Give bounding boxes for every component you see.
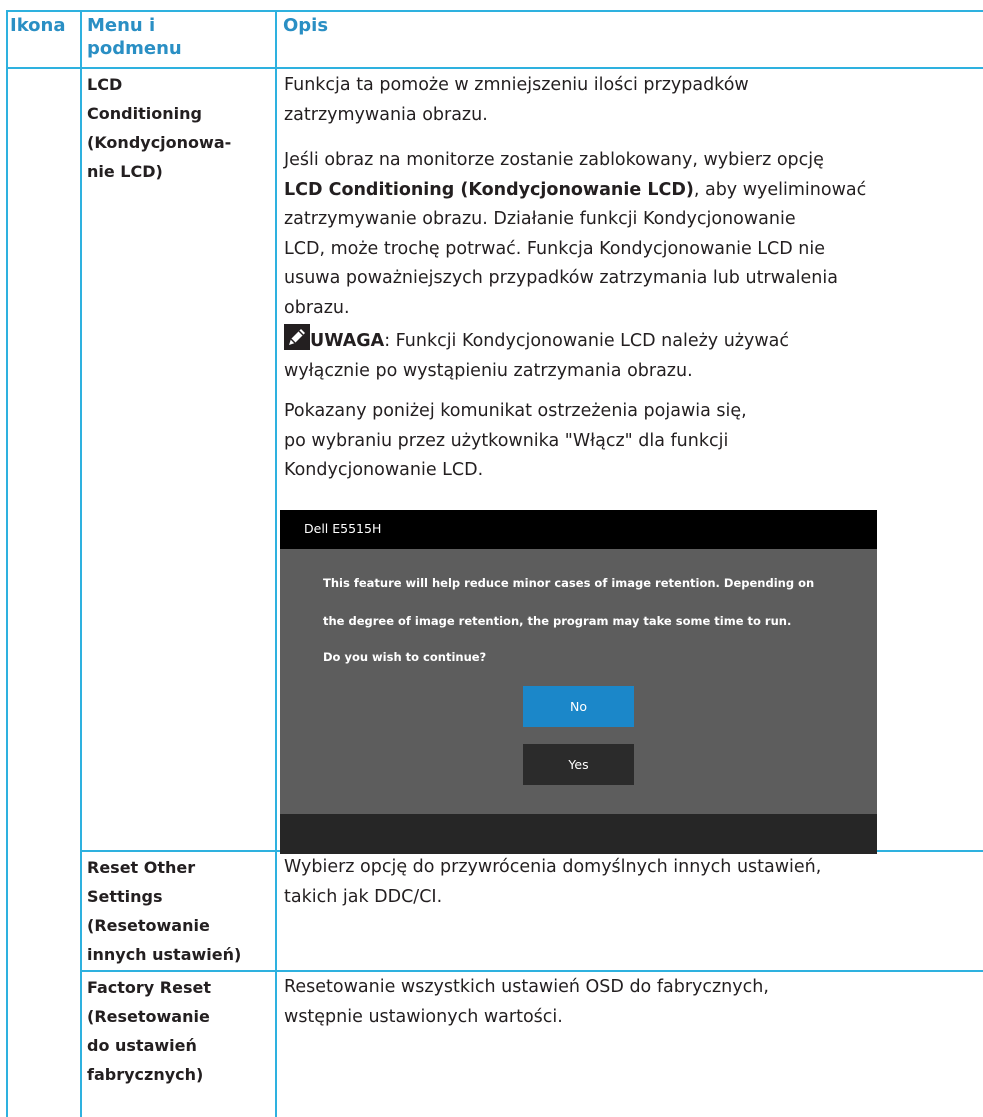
- text-line: zatrzymywania obrazu.: [284, 104, 488, 125]
- menu-line: (Resetowanie: [87, 1007, 210, 1026]
- menu-line: Settings: [87, 887, 163, 906]
- text-line: LCD Conditioning (Kondycjonowanie LCD), …: [284, 176, 983, 206]
- text-fragment: : Funkcji Kondycjonowanie LCD należy uży…: [384, 331, 790, 351]
- header-description-column: Opis: [283, 15, 329, 36]
- menu-line: Conditioning: [87, 104, 202, 123]
- menu-line: LCD: [87, 75, 123, 94]
- menu-line: (Resetowanie: [87, 916, 210, 935]
- text-line: Funkcja ta pomoże w zmniejszeniu ilości …: [284, 75, 749, 95]
- menu-line: fabrycznych): [87, 1065, 204, 1084]
- lcd-conditioning-warning-dialog: Dell E5515H This feature will help reduc…: [280, 510, 877, 854]
- description-factory-reset: Resetowanie wszystkich ustawień OSD do f…: [284, 973, 983, 1032]
- text-line: Pokazany poniżej komunikat ostrzeżenia p…: [284, 401, 747, 421]
- grid-line-top: [6, 10, 983, 12]
- text-line: LCD, może trochę potrwać. Funkcja Kondyc…: [284, 238, 826, 259]
- text-line: Resetowanie wszystkich ustawień OSD do f…: [284, 977, 769, 997]
- menu-lcd-conditioning: LCD Conditioning (Kondycjonowa- nie LCD): [87, 70, 231, 186]
- menu-line: Factory Reset: [87, 978, 211, 997]
- dialog-titlebar: Dell E5515H: [280, 510, 877, 549]
- osd-menu-table: Ikona Menu i podmenu Opis LCD Conditioni…: [6, 10, 983, 1117]
- description-warning-intro: Pokazany poniżej komunikat ostrzeżenia p…: [284, 397, 983, 486]
- menu-reset-other-settings: Reset Other Settings (Resetowanie innych…: [87, 853, 241, 969]
- dialog-message-line: the degree of image retention, the progr…: [323, 614, 792, 628]
- table-header-row: Ikona Menu i podmenu Opis: [6, 10, 983, 71]
- description-intro: Funkcja ta pomoże w zmniejszeniu ilości …: [284, 71, 983, 130]
- text-line: Kondycjonowanie LCD.: [284, 460, 484, 480]
- text-line: wyłącznie po wystąpieniu zatrzymania obr…: [284, 360, 693, 381]
- lcd-conditioning-bold-label: LCD Conditioning (Kondycjonowanie LCD): [284, 179, 694, 200]
- pencil-note-icon: [284, 324, 310, 350]
- note-block: UWAGA: Funkcji Kondycjonowanie LCD należ…: [284, 324, 983, 386]
- menu-line: (Kondycjonowa-: [87, 133, 232, 152]
- menu-line: innych ustawień): [87, 945, 242, 964]
- text-line: UWAGA: Funkcji Kondycjonowanie LCD należ…: [284, 324, 983, 357]
- text-line: Jeśli obraz na monitorze zostanie zablok…: [284, 150, 824, 170]
- description-usage: Jeśli obraz na monitorze zostanie zablok…: [284, 146, 983, 323]
- grid-line-col1: [80, 10, 82, 1117]
- dialog-yes-button[interactable]: Yes: [523, 744, 634, 785]
- description-reset-other-settings: Wybierz opcję do przywrócenia domyślnych…: [284, 853, 983, 912]
- text-line: zatrzymywanie obrazu. Działanie funkcji …: [284, 209, 796, 229]
- text-line: wstępnie ustawionych wartości.: [284, 1006, 563, 1027]
- dialog-message-line: This feature will help reduce minor case…: [323, 576, 815, 590]
- menu-factory-reset: Factory Reset (Resetowanie do ustawień f…: [87, 973, 211, 1089]
- dialog-footer: [280, 814, 877, 854]
- grid-line-row2-bottom: [80, 970, 983, 972]
- header-menu-column-line1: Menu i: [87, 15, 156, 36]
- menu-line: nie LCD): [87, 162, 163, 181]
- header-icon-column: Ikona: [10, 15, 66, 36]
- grid-line-header-bottom: [6, 67, 983, 69]
- text-line: Wybierz opcję do przywrócenia domyślnych…: [284, 857, 822, 877]
- text-line: usuwa poważniejszych przypadków zatrzyma…: [284, 268, 838, 288]
- header-menu-column-line2: podmenu: [87, 38, 182, 59]
- dialog-title: Dell E5515H: [304, 521, 382, 536]
- grid-line-left: [6, 10, 8, 1117]
- text-line: takich jak DDC/CI.: [284, 886, 443, 907]
- grid-line-col2: [275, 10, 277, 1117]
- dialog-no-button[interactable]: No: [523, 686, 634, 727]
- text-fragment: , aby wyeliminować: [693, 179, 867, 200]
- dialog-message-line: Do you wish to continue?: [323, 650, 487, 664]
- menu-line: Reset Other: [87, 858, 196, 877]
- text-line: obrazu.: [284, 297, 350, 318]
- note-label: UWAGA: [310, 331, 385, 351]
- text-line: po wybraniu przez użytkownika "Włącz" dl…: [284, 430, 729, 451]
- menu-line: do ustawień: [87, 1036, 197, 1055]
